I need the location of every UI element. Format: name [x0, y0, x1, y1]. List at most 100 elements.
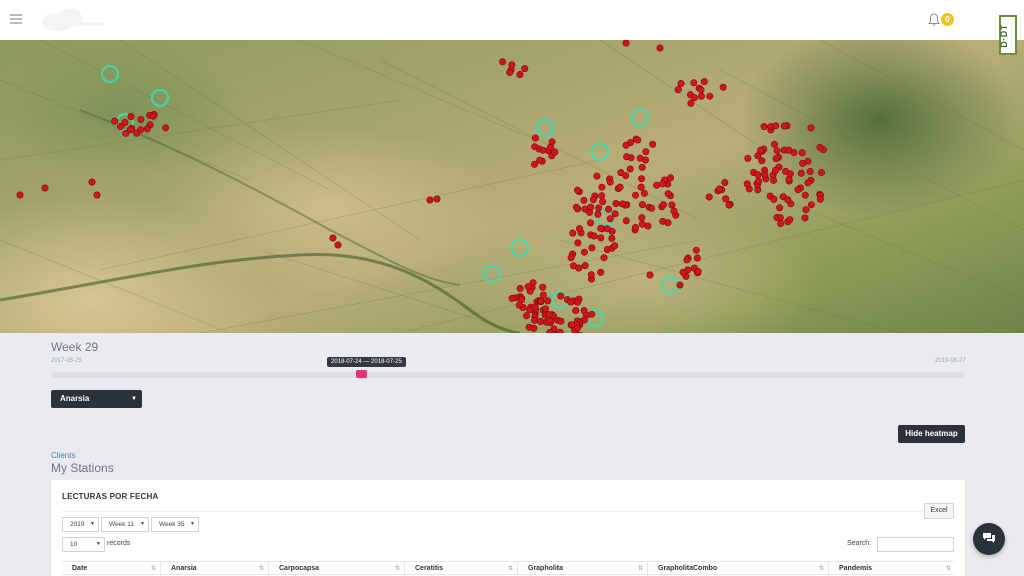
station-marker[interactable] [574, 298, 582, 306]
station-marker[interactable] [575, 264, 583, 272]
station-marker[interactable] [133, 129, 141, 137]
station-marker[interactable] [595, 204, 603, 212]
station-marker[interactable] [677, 79, 685, 87]
station-marker[interactable] [530, 324, 538, 332]
station-marker[interactable] [631, 224, 639, 232]
station-marker[interactable] [545, 311, 553, 319]
station-marker[interactable] [715, 185, 723, 193]
station-marker[interactable] [622, 40, 630, 47]
station-marker[interactable] [659, 201, 667, 209]
station-marker[interactable] [782, 167, 790, 175]
station-marker[interactable] [693, 254, 701, 262]
column-header-anarsia[interactable]: Anarsia ⇅ [161, 562, 269, 576]
station-marker[interactable] [674, 86, 682, 94]
station-marker[interactable] [772, 155, 780, 163]
station-marker[interactable] [797, 169, 805, 177]
station-marker[interactable] [587, 271, 595, 279]
station-marker[interactable] [516, 285, 524, 293]
station-marker[interactable] [611, 242, 619, 250]
station-marker[interactable] [637, 175, 645, 183]
station-marker[interactable] [638, 163, 646, 171]
station-marker[interactable] [88, 178, 96, 186]
station-marker[interactable] [659, 217, 667, 225]
station-marker[interactable] [676, 281, 684, 289]
station-marker[interactable] [802, 206, 810, 214]
station-marker[interactable] [611, 210, 619, 218]
station-marker[interactable] [784, 196, 792, 204]
station-marker[interactable] [516, 70, 524, 78]
station-marker[interactable] [603, 225, 611, 233]
station-marker[interactable] [683, 256, 691, 264]
chat-button[interactable] [973, 523, 1005, 555]
station-marker[interactable] [622, 217, 630, 225]
station-marker[interactable] [599, 198, 607, 206]
station-marker[interactable] [648, 204, 656, 212]
station-marker[interactable] [804, 179, 812, 187]
station-marker[interactable] [524, 283, 532, 291]
station-marker[interactable] [149, 112, 157, 120]
station-marker[interactable] [548, 138, 556, 146]
station-marker[interactable] [667, 174, 675, 182]
station-marker[interactable] [806, 168, 814, 176]
week-from-select[interactable]: Week 11 ▼ [101, 517, 149, 532]
timeline-slider[interactable] [51, 372, 965, 378]
station-marker[interactable] [93, 191, 101, 199]
satellite-map[interactable]: + − [0, 40, 1024, 333]
station-marker[interactable] [664, 190, 672, 198]
column-header-ceratitis[interactable]: Ceratitis ⇅ [405, 562, 518, 576]
station-marker[interactable] [126, 126, 134, 134]
station-marker[interactable] [600, 254, 608, 262]
station-marker[interactable] [807, 201, 815, 209]
station-marker[interactable] [772, 122, 780, 130]
station-marker[interactable] [653, 181, 661, 189]
station-marker[interactable] [499, 58, 507, 66]
station-marker[interactable] [537, 317, 545, 325]
station-marker[interactable] [127, 113, 135, 121]
search-input[interactable] [877, 537, 954, 552]
station-marker[interactable] [544, 297, 552, 305]
station-marker[interactable] [771, 167, 779, 175]
station-marker[interactable] [568, 321, 576, 329]
station-marker[interactable] [777, 220, 785, 228]
station-marker[interactable] [641, 156, 649, 164]
station-marker[interactable] [573, 186, 581, 194]
station-marker[interactable] [697, 86, 705, 94]
station-marker[interactable] [541, 305, 549, 313]
station-marker[interactable] [612, 200, 620, 208]
station-marker[interactable] [637, 183, 645, 191]
station-marker[interactable] [334, 241, 342, 249]
station-marker[interactable] [506, 68, 514, 76]
station-marker[interactable] [640, 189, 648, 197]
station-marker[interactable] [754, 171, 762, 179]
station-marker[interactable] [586, 219, 594, 227]
station-marker[interactable] [770, 176, 778, 184]
station-marker[interactable] [773, 147, 781, 155]
station-marker[interactable] [626, 165, 634, 173]
station-marker[interactable] [588, 310, 596, 318]
station-marker[interactable] [589, 196, 597, 204]
station-marker[interactable] [539, 146, 547, 154]
station-marker[interactable] [604, 205, 612, 213]
station-marker[interactable] [598, 192, 606, 200]
column-header-grapholitacombo[interactable]: GrapholitaCombo ⇅ [648, 562, 829, 576]
station-marker[interactable] [597, 224, 605, 232]
station-marker[interactable] [700, 78, 708, 86]
station-marker[interactable] [743, 180, 751, 188]
station-marker[interactable] [531, 303, 539, 311]
station-marker[interactable] [522, 312, 530, 320]
station-marker[interactable] [622, 141, 630, 149]
station-marker[interactable] [623, 153, 631, 161]
station-marker[interactable] [426, 196, 434, 204]
station-marker[interactable] [649, 140, 657, 148]
station-marker[interactable] [539, 291, 547, 299]
station-marker[interactable] [598, 183, 606, 191]
station-marker[interactable] [622, 172, 630, 180]
station-marker[interactable] [569, 229, 577, 237]
station-marker[interactable] [329, 234, 337, 242]
week-to-select[interactable]: Week 35 ▼ [151, 517, 199, 532]
page-size-select[interactable]: 10 ▼ [62, 537, 105, 552]
station-marker[interactable] [694, 268, 702, 276]
station-marker[interactable] [616, 183, 624, 191]
station-marker[interactable] [754, 177, 762, 185]
station-marker[interactable] [143, 125, 151, 133]
